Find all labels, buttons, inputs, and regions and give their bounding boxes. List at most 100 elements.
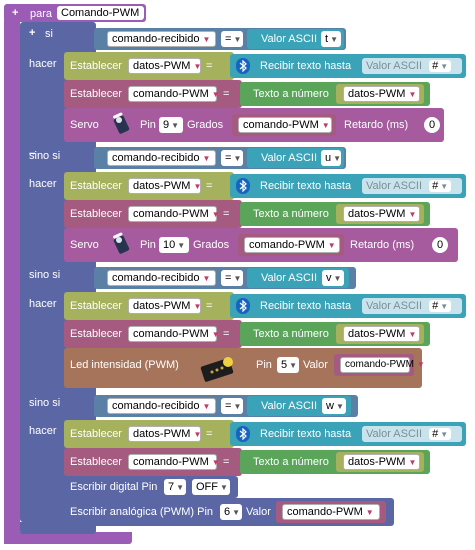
set-comando-variable-2[interactable]: comando-PWM ▼	[128, 206, 220, 222]
bt-receive-label-4: Recibir texto hasta	[260, 428, 352, 440]
set-datos-label-3: Establecer	[70, 300, 122, 312]
set-comando-variable-3[interactable]: comando-PWM ▼	[128, 326, 220, 342]
bt-ascii-ghost-2[interactable]: Valor ASCII # ▼	[362, 178, 462, 194]
hacer-label-2: hacer	[29, 178, 57, 190]
set-datos-eq-4: =	[206, 428, 213, 440]
condition-ascii-label-2: Valor ASCII	[261, 152, 318, 164]
servo-grados-label-2: Grados	[193, 239, 230, 251]
condition-char-3[interactable]: v ▼	[322, 270, 344, 286]
led-value[interactable]: comando-PWM ▼	[340, 357, 425, 373]
set-datos-variable-2[interactable]: datos-PWM ▼	[128, 178, 201, 194]
bluetooth-icon	[236, 58, 250, 74]
servo-pin-label-2: Pin	[140, 239, 156, 251]
set-comando-variable-1[interactable]: comando-PWM ▼	[128, 86, 220, 102]
hacer-label-4: hacer	[29, 425, 57, 437]
bt-receive-label-2: Recibir texto hasta	[260, 180, 352, 192]
set-datos-label-4: Establecer	[70, 428, 122, 440]
servo-retardo-label-2: Retardo (ms)	[350, 239, 415, 251]
condition-operator-2[interactable]: = ▼	[221, 150, 243, 166]
servo-pin-1[interactable]: 9 ▼	[159, 117, 183, 133]
procedure-plus-icon[interactable]: +	[12, 6, 18, 20]
condition-operator-4[interactable]: = ▼	[221, 398, 243, 414]
set-datos-variable-3[interactable]: datos-PWM ▼	[128, 298, 201, 314]
to-number-source-2[interactable]: datos-PWM ▼	[343, 206, 420, 222]
procedure-name[interactable]: Comando-PWM	[57, 6, 144, 20]
condition-operator-1[interactable]: = ▼	[221, 31, 243, 47]
dropdown-arrow-icon: ▼	[202, 35, 211, 44]
servo-label-1: Servo	[70, 119, 99, 131]
servo-icon	[110, 112, 132, 138]
analog-pin[interactable]: 6 ▼	[220, 504, 242, 520]
bt-char-3: # ▼	[429, 300, 452, 312]
set-datos-label-1: Establecer	[70, 60, 122, 72]
to-number-label-4: Texto a número	[253, 456, 329, 468]
set-comando-eq-3: =	[223, 328, 230, 340]
servo-delay-1[interactable]: 0	[424, 117, 441, 133]
condition-variable-3[interactable]: comando-recibido ▼	[107, 270, 216, 286]
condition-char-4[interactable]: w ▼	[322, 398, 346, 414]
set-datos-eq-3: =	[206, 300, 213, 312]
set-comando-eq-2: =	[223, 208, 230, 220]
led-pwm-label: Led intensidad (PWM)	[70, 359, 179, 371]
led-pin-label: Pin	[256, 359, 272, 371]
condition-operator-3[interactable]: = ▼	[221, 270, 243, 286]
bluetooth-icon	[236, 426, 250, 442]
led-module-icon	[198, 352, 242, 384]
set-datos-variable-1[interactable]: datos-PWM ▼	[128, 58, 201, 74]
set-comando-eq-1: =	[223, 88, 230, 100]
analog-value[interactable]: comando-PWM ▼	[282, 504, 380, 520]
set-comando-label-3: Establecer	[70, 328, 122, 340]
set-datos-eq-1: =	[206, 60, 213, 72]
if-plus-icon[interactable]: +	[29, 26, 35, 40]
condition-ascii-label-1: Valor ASCII	[261, 33, 318, 45]
servo-angle-value-2[interactable]: comando-PWM ▼	[244, 237, 340, 253]
digital-state[interactable]: OFF ▼	[192, 479, 230, 495]
hacer-label-3: hacer	[29, 298, 57, 310]
servo-pin-label-1: Pin	[140, 119, 156, 131]
bt-receive-label-1: Recibir texto hasta	[260, 60, 352, 72]
servo-angle-value-1[interactable]: comando-PWM ▼	[238, 117, 332, 133]
servo-grados-label-1: Grados	[187, 119, 224, 131]
analog-valor-label: Valor	[246, 506, 271, 518]
servo-retardo-label-1: Retardo (ms)	[344, 119, 409, 131]
led-valor-label: Valor	[303, 359, 328, 371]
to-number-source-3[interactable]: datos-PWM ▼	[343, 326, 420, 342]
set-datos-label-2: Establecer	[70, 180, 122, 192]
servo-label-2: Servo	[70, 239, 99, 251]
to-number-label-1: Texto a número	[253, 88, 329, 100]
to-number-label-3: Texto a número	[253, 328, 329, 340]
set-comando-eq-4: =	[223, 456, 230, 468]
to-number-label-2: Texto a número	[253, 208, 329, 220]
set-datos-eq-2: =	[206, 180, 213, 192]
servo-delay-2[interactable]: 0	[432, 237, 449, 253]
bt-ascii-ghost-3[interactable]: Valor ASCII # ▼	[362, 298, 462, 314]
set-comando-label-4: Establecer	[70, 456, 122, 468]
digital-write-label: Escribir digital Pin	[70, 481, 158, 493]
bt-receive-label-3: Recibir texto hasta	[260, 300, 352, 312]
bt-char-1: # ▼	[429, 60, 452, 72]
servo-pin-2[interactable]: 10 ▼	[159, 237, 189, 253]
bluetooth-icon	[236, 298, 250, 314]
condition-variable-4[interactable]: comando-recibido ▼	[107, 398, 216, 414]
to-number-source-1[interactable]: datos-PWM ▼	[343, 86, 420, 102]
elseif-label-3: sino si	[29, 397, 61, 409]
to-number-source-4[interactable]: datos-PWM ▼	[343, 454, 420, 470]
procedure-keyword: para	[30, 8, 53, 20]
elseif-label-1: sino si	[29, 150, 61, 162]
digital-pin[interactable]: 7 ▼	[164, 479, 186, 495]
condition-variable-1[interactable]: comando-recibido ▼	[107, 31, 216, 47]
bt-char-2: # ▼	[429, 180, 452, 192]
bt-char-4: # ▼	[429, 428, 452, 440]
bt-ascii-ghost-4[interactable]: Valor ASCII # ▼	[362, 426, 462, 442]
analog-write-label: Escribir analógica (PWM) Pin	[70, 506, 214, 518]
condition-ascii-label-4: Valor ASCII	[261, 400, 318, 412]
led-pin[interactable]: 5 ▼	[277, 357, 299, 373]
set-datos-variable-4[interactable]: datos-PWM ▼	[128, 426, 201, 442]
condition-char-2[interactable]: u ▼	[321, 150, 341, 166]
elseif-label-2: sino si	[29, 269, 61, 281]
servo-icon	[110, 232, 132, 258]
condition-variable-2[interactable]: comando-recibido ▼	[107, 150, 216, 166]
condition-char-1[interactable]: t ▼	[321, 31, 341, 47]
set-comando-variable-4[interactable]: comando-PWM ▼	[128, 454, 220, 470]
bt-ascii-ghost-1[interactable]: Valor ASCII # ▼	[362, 58, 462, 74]
